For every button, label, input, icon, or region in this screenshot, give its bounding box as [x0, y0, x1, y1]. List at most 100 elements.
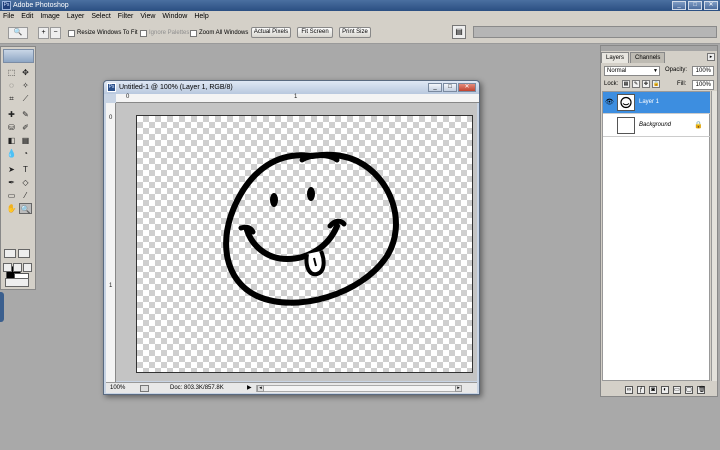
actual-pixels-button[interactable]: Actual Pixels — [251, 27, 291, 38]
crop-tool-icon[interactable]: ⌗ — [5, 93, 18, 104]
palette-well-icon[interactable]: ▤ — [452, 25, 466, 39]
fit-screen-button[interactable]: Fit Screen — [297, 27, 333, 38]
screen-mode-full-button[interactable] — [23, 263, 32, 272]
jump-to-imageready-button[interactable] — [5, 278, 29, 287]
dodge-tool-icon[interactable]: ◔ — [19, 148, 32, 159]
hand-tool-icon[interactable]: ✋ — [5, 203, 18, 214]
blend-mode-select[interactable]: Normal ▼ — [604, 66, 660, 76]
resize-windows-option[interactable]: Resize Windows To Fit — [68, 28, 138, 38]
menu-filter[interactable]: Filter — [118, 13, 134, 20]
side-panel-handle[interactable] — [0, 292, 4, 322]
lock-label: Lock: — [604, 81, 619, 87]
visibility-eye-icon[interactable]: 👁 — [605, 98, 614, 107]
lock-position-icon[interactable]: ✥ — [642, 80, 650, 88]
standard-mode-button[interactable] — [4, 249, 16, 258]
lock-image-icon[interactable]: ✎ — [632, 80, 640, 88]
marquee-tool-icon[interactable]: ⬚ — [5, 67, 18, 78]
zoom-tool-icon[interactable]: 🔍 — [19, 203, 32, 214]
layer-row[interactable]: 👁 Layer 1 — [603, 92, 710, 114]
doc-close-button[interactable]: ✕ — [458, 83, 476, 92]
horizontal-ruler[interactable]: 0 1 — [116, 94, 479, 103]
pen-tool-icon[interactable]: ✒ — [5, 177, 18, 188]
quickmask-mode-button[interactable] — [18, 249, 30, 258]
layers-panel-grip[interactable] — [601, 46, 717, 51]
opacity-input[interactable]: 100% — [692, 66, 714, 76]
lasso-tool-icon[interactable]: ◌ — [5, 80, 18, 91]
ignore-palettes-checkbox[interactable] — [140, 29, 147, 37]
menu-image[interactable]: Image — [40, 13, 59, 20]
palette-well[interactable] — [473, 26, 717, 38]
scroll-right-icon[interactable]: ▸ — [455, 385, 462, 392]
path-select-icon[interactable]: ➤ — [5, 164, 18, 175]
image-canvas[interactable] — [136, 115, 473, 373]
menu-select[interactable]: Select — [91, 13, 110, 20]
document-window-controls: _ □ ✕ — [428, 83, 476, 92]
doc-minimize-button[interactable]: _ — [428, 83, 442, 92]
menu-file[interactable]: File — [3, 13, 14, 20]
zoom-in-icon[interactable]: + — [38, 27, 49, 39]
vertical-ruler[interactable]: 0 1 — [106, 103, 116, 383]
menu-edit[interactable]: Edit — [21, 13, 33, 20]
slice-tool-icon[interactable]: ⟋ — [19, 93, 32, 104]
screen-mode-standard-button[interactable] — [3, 263, 12, 272]
fill-input[interactable]: 100% — [692, 80, 714, 90]
print-size-button[interactable]: Print Size — [339, 27, 371, 38]
horizontal-scrollbar[interactable] — [256, 385, 462, 392]
eraser-tool-icon[interactable]: ◧ — [5, 135, 18, 146]
toolbox-header[interactable] — [3, 49, 34, 63]
zoom-all-windows-checkbox[interactable] — [190, 29, 197, 37]
maximize-button[interactable]: □ — [688, 1, 702, 10]
screen-mode-full-menu-button[interactable] — [13, 263, 22, 272]
scroll-left-icon[interactable]: ◂ — [257, 385, 264, 392]
ruler-v-0: 0 — [109, 115, 113, 121]
eyedropper-icon[interactable]: ⁄ — [19, 190, 32, 201]
history-brush-icon[interactable]: ✐ — [19, 122, 32, 133]
link-layers-icon[interactable]: ∞ — [625, 385, 633, 394]
tab-layers[interactable]: Layers — [601, 52, 630, 63]
blur-tool-icon[interactable]: 💧 — [5, 148, 18, 159]
status-menu-arrow-icon[interactable]: ▶ — [247, 383, 252, 394]
new-group-icon[interactable]: ▭ — [673, 385, 681, 394]
zoom-tool-preset-icon[interactable]: 🔍 — [8, 27, 28, 39]
zoom-out-icon[interactable]: − — [50, 27, 61, 39]
ruler-h-0: 0 — [126, 94, 130, 100]
visibility-toggle-empty[interactable] — [605, 121, 614, 130]
delete-layer-icon[interactable]: 🗑 — [697, 385, 706, 394]
menu-window[interactable]: Window — [162, 13, 187, 20]
zoom-all-windows-option[interactable]: Zoom All Windows — [190, 28, 248, 38]
document-title-bar[interactable]: Ps Untitled-1 @ 100% (Layer 1, RGB/8) _ … — [104, 81, 479, 94]
shape-tool-icon[interactable]: ◇ — [19, 177, 32, 188]
notes-tool-icon[interactable]: ▭ — [5, 190, 18, 201]
adjustment-layer-icon[interactable]: ◐ — [661, 385, 669, 394]
gradient-tool-icon[interactable]: ▦ — [19, 135, 32, 146]
zoom-level-field[interactable]: 100% — [110, 383, 125, 394]
close-button[interactable]: ✕ — [704, 1, 718, 10]
menu-layer[interactable]: Layer — [67, 13, 85, 20]
clone-stamp-icon[interactable]: ⛁ — [5, 122, 18, 133]
layer-row[interactable]: Background 🔒 — [603, 115, 710, 137]
brush-tool-icon[interactable]: ✎ — [19, 109, 32, 120]
layer-buttons: ∞ ƒ ◙ ◐ ▭ ▢ 🗑 — [601, 383, 717, 396]
menu-view[interactable]: View — [140, 13, 155, 20]
canvas-area — [116, 103, 477, 381]
lock-transparency-icon[interactable]: ▦ — [622, 80, 630, 88]
minimize-button[interactable]: _ — [672, 1, 686, 10]
menu-help[interactable]: Help — [194, 13, 208, 20]
layer-style-icon[interactable]: ƒ — [637, 385, 645, 394]
ignore-palettes-option[interactable]: Ignore Palettes — [140, 28, 189, 38]
panel-menu-icon[interactable]: ▸ — [707, 53, 715, 61]
zoom-preview-icon[interactable] — [140, 385, 149, 392]
lock-all-icon[interactable]: 🔒 — [652, 80, 660, 88]
layer-list-scrollbar[interactable] — [711, 91, 717, 381]
tab-channels[interactable]: Channels — [630, 52, 666, 63]
type-tool-icon[interactable]: T — [19, 164, 32, 175]
window-controls: _ □ ✕ — [672, 1, 718, 10]
layer-mask-icon[interactable]: ◙ — [649, 385, 657, 394]
magic-wand-icon[interactable]: ✧ — [19, 80, 32, 91]
move-tool-icon[interactable]: ✥ — [19, 67, 32, 78]
fill-label: Fill: — [677, 81, 687, 87]
doc-maximize-button[interactable]: □ — [443, 83, 457, 92]
healing-brush-icon[interactable]: ✚ — [5, 109, 18, 120]
new-layer-icon[interactable]: ▢ — [685, 385, 693, 394]
resize-windows-checkbox[interactable] — [68, 29, 75, 37]
